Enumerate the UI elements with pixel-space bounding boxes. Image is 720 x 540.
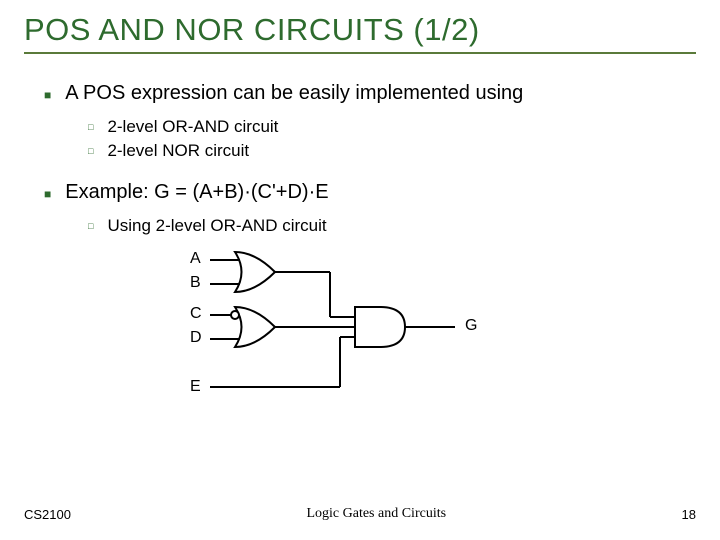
slide-title: POS AND NOR CIRCUITS (1/2) [24,12,696,48]
bullet-level2: □ Using 2-level OR-AND circuit [88,216,696,236]
bullet-level2: □ 2-level NOR circuit [88,141,696,161]
bullet-square-icon: ■ [44,88,51,102]
bullet-level2: □ 2-level OR-AND circuit [88,117,696,137]
bullet-hollow-square-icon: □ [88,221,93,231]
bullet-text: A POS expression can be easily implement… [65,82,523,105]
footer: CS2100 Logic Gates and Circuits 18 [0,506,720,522]
label-c: C [190,305,202,323]
title-rule [24,52,696,54]
circuit-diagram: A B C D E G [180,242,540,422]
label-a: A [190,250,201,268]
label-e: E [190,378,201,396]
bullet-text: 2-level NOR circuit [107,141,249,161]
bullet-text: Using 2-level OR-AND circuit [107,216,326,236]
footer-course-code: CS2100 [24,507,71,522]
bullet-text: 2-level OR-AND circuit [107,117,278,137]
bullet-square-icon: ■ [44,187,51,201]
footer-page-number: 18 [682,507,696,522]
bullet-text: Example: G = (A+B)·(C'+D)·E [65,181,328,204]
circuit-svg [180,242,540,422]
bullet-hollow-square-icon: □ [88,122,93,132]
label-b: B [190,274,201,292]
footer-lecture-title: Logic Gates and Circuits [71,506,682,522]
bullet-level1: ■ A POS expression can be easily impleme… [44,82,696,105]
label-d: D [190,329,202,347]
bullet-hollow-square-icon: □ [88,146,93,156]
bullet-level1: ■ Example: G = (A+B)·(C'+D)·E [44,181,696,204]
label-g: G [465,317,477,335]
